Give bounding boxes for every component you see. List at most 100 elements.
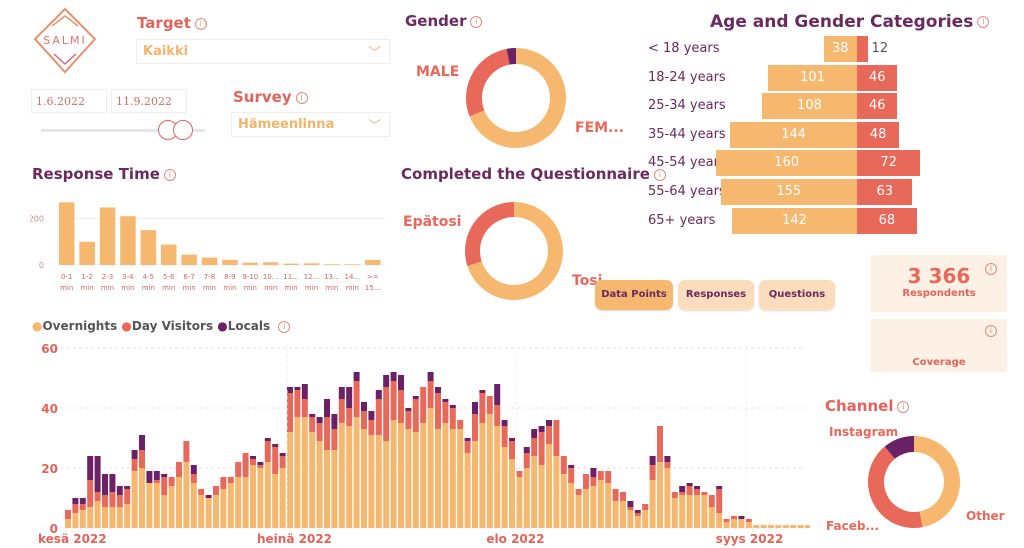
daily-bar-segment[interactable] — [464, 453, 471, 528]
daily-bar-segment[interactable] — [449, 408, 456, 429]
daily-bar-segment[interactable] — [538, 426, 545, 432]
daily-bar-segment[interactable] — [383, 441, 390, 528]
daily-bar-segment[interactable] — [287, 387, 293, 393]
donut-slice[interactable] — [466, 48, 510, 117]
daily-bar-segment[interactable] — [227, 477, 234, 483]
daily-bar-segment[interactable] — [553, 420, 560, 456]
daily-bar-segment[interactable] — [583, 489, 589, 528]
daily-bar-segment[interactable] — [102, 474, 108, 495]
info-icon[interactable]: i — [977, 16, 990, 28]
daily-bar-segment[interactable] — [257, 462, 264, 465]
daily-bar-segment[interactable] — [301, 384, 308, 399]
daily-bar-segment[interactable] — [642, 510, 649, 528]
info-icon[interactable]: i — [897, 400, 910, 413]
daily-bar-segment[interactable] — [353, 372, 360, 381]
daily-bar-segment[interactable] — [79, 504, 86, 510]
daily-bar-segment[interactable] — [72, 498, 79, 504]
response-time-bar[interactable] — [303, 263, 320, 265]
daily-bar-segment[interactable] — [716, 513, 723, 528]
response-time-bar[interactable] — [344, 264, 361, 265]
daily-bar-segment[interactable] — [390, 372, 397, 381]
daily-bar-segment[interactable] — [398, 375, 404, 390]
daily-bar-segment[interactable] — [398, 423, 404, 528]
daily-bar-segment[interactable] — [324, 417, 330, 450]
daily-bar-segment[interactable] — [679, 495, 686, 528]
daily-bar-segment[interactable] — [227, 483, 234, 528]
daily-bar-segment[interactable] — [546, 444, 552, 528]
daily-bar-segment[interactable] — [412, 432, 419, 528]
daily-bar-segment[interactable] — [146, 471, 153, 483]
daily-bar-segment[interactable] — [486, 414, 493, 528]
daily-bar-segment[interactable] — [435, 387, 441, 393]
daily-bar-segment[interactable] — [294, 387, 301, 390]
daily-bar-segment[interactable] — [124, 486, 131, 489]
daily-bar-segment[interactable] — [353, 417, 360, 528]
daily-bar-segment[interactable] — [368, 435, 375, 528]
response-time-bar[interactable] — [59, 202, 75, 265]
end-date-input[interactable]: 11.9.2022 — [111, 89, 187, 113]
daily-bar-segment[interactable] — [523, 468, 530, 528]
daily-bar-segment[interactable] — [109, 492, 116, 507]
daily-bar-segment[interactable] — [338, 399, 345, 423]
daily-bar-segment[interactable] — [664, 456, 671, 462]
daily-bar-segment[interactable] — [568, 468, 575, 483]
daily-bar-segment[interactable] — [442, 402, 449, 423]
daily-bar-segment[interactable] — [279, 453, 286, 456]
daily-bar-segment[interactable] — [509, 438, 515, 441]
slider-handle-end[interactable] — [173, 120, 193, 140]
daily-bar-segment[interactable] — [316, 441, 323, 528]
response-time-bar[interactable] — [365, 259, 381, 265]
daily-bar-segment[interactable] — [346, 426, 353, 528]
daily-bar-segment[interactable] — [72, 513, 79, 528]
data-points-button[interactable]: Data Points — [595, 280, 673, 310]
daily-bar-segment[interactable] — [634, 510, 641, 513]
daily-bar-segment[interactable] — [671, 498, 678, 528]
daily-bar-segment[interactable] — [213, 495, 219, 528]
daily-bar-segment[interactable] — [131, 450, 138, 459]
daily-bar-segment[interactable] — [753, 525, 760, 528]
response-time-bar[interactable] — [161, 244, 177, 265]
daily-bar-segment[interactable] — [538, 465, 545, 528]
daily-bar-segment[interactable] — [131, 459, 138, 471]
daily-bar-segment[interactable] — [494, 426, 501, 528]
daily-bar-segment[interactable] — [153, 471, 160, 480]
daily-bar-segment[interactable] — [523, 447, 530, 453]
daily-bar-segment[interactable] — [738, 516, 745, 519]
daily-bar-segment[interactable] — [102, 507, 108, 528]
daily-bar-segment[interactable] — [686, 495, 693, 528]
daily-bar-segment[interactable] — [649, 465, 656, 480]
daily-bar-segment[interactable] — [664, 468, 671, 528]
daily-bar-segment[interactable] — [324, 399, 330, 417]
daily-bar-segment[interactable] — [353, 381, 360, 417]
daily-bar-segment[interactable] — [516, 477, 523, 528]
daily-bar-segment[interactable] — [605, 483, 612, 528]
daily-bar-segment[interactable] — [449, 429, 456, 528]
daily-bar-segment[interactable] — [708, 495, 715, 507]
daily-bar-segment[interactable] — [168, 486, 175, 528]
response-time-bar[interactable] — [324, 264, 340, 265]
daily-bar-segment[interactable] — [597, 471, 604, 480]
daily-bar-segment[interactable] — [686, 483, 693, 486]
daily-bar-segment[interactable] — [620, 501, 626, 528]
daily-bar-segment[interactable] — [116, 495, 123, 507]
daily-bar-segment[interactable] — [590, 468, 597, 477]
daily-bar-segment[interactable] — [250, 465, 256, 528]
daily-bar-segment[interactable] — [183, 462, 190, 528]
daily-bar-segment[interactable] — [301, 417, 308, 528]
daily-bar-segment[interactable] — [531, 438, 538, 456]
daily-bar-segment[interactable] — [272, 444, 279, 447]
daily-bar-segment[interactable] — [405, 429, 412, 528]
daily-bar-segment[interactable] — [479, 393, 486, 423]
daily-bar-segment[interactable] — [546, 426, 552, 444]
response-time-bar[interactable] — [283, 263, 299, 265]
daily-bar-segment[interactable] — [575, 495, 582, 528]
daily-bar-segment[interactable] — [723, 522, 730, 528]
daily-bar-segment[interactable] — [116, 507, 123, 528]
daily-bar-segment[interactable] — [220, 489, 227, 528]
daily-bar-segment[interactable] — [338, 423, 345, 528]
daily-bar-segment[interactable] — [679, 492, 686, 495]
daily-bar-segment[interactable] — [257, 468, 264, 528]
daily-bar-segment[interactable] — [782, 525, 789, 528]
info-icon[interactable]: i — [295, 91, 308, 104]
daily-bar-segment[interactable] — [368, 420, 375, 435]
